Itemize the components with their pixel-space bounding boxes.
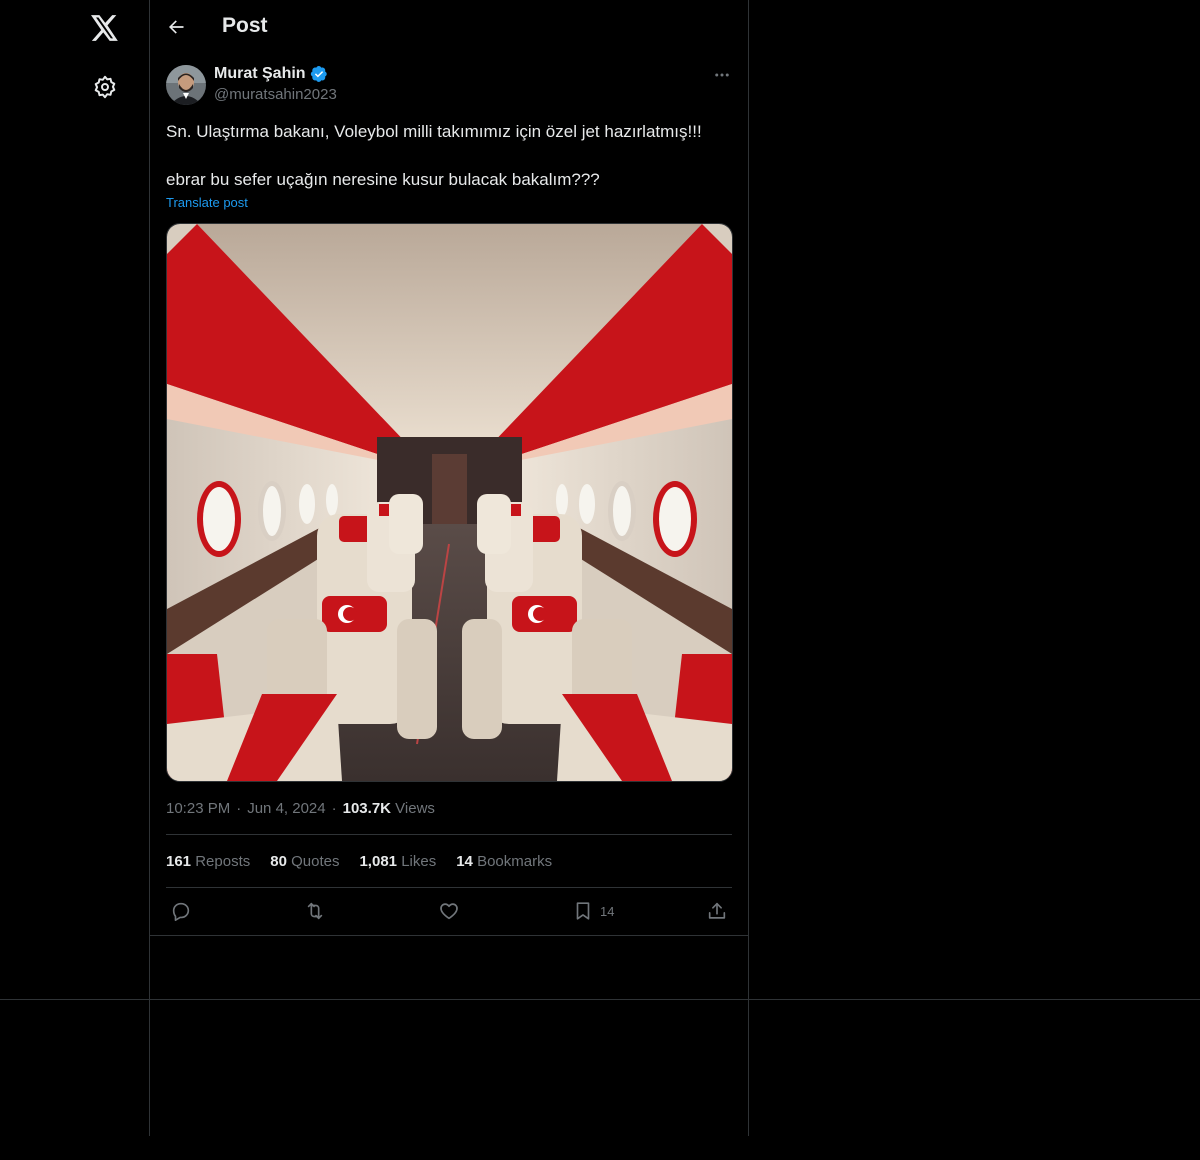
views: 103.7K Views <box>343 800 435 817</box>
bookmarks-label: Bookmarks <box>477 853 553 870</box>
reposts-stat[interactable]: 161 Reposts <box>166 853 250 870</box>
post-stats: 161 Reposts 80 Quotes 1,081 Likes 14 Boo… <box>166 853 552 870</box>
quotes-stat[interactable]: 80 Quotes <box>270 853 339 870</box>
post-meta: 10:23 PM · Jun 4, 2024 · 103.7K Views <box>166 800 435 817</box>
share-icon <box>706 900 728 922</box>
x-logo-icon[interactable] <box>85 8 125 48</box>
translate-post-link[interactable]: Translate post <box>166 195 248 210</box>
quotes-label: Quotes <box>291 853 340 870</box>
views-count: 103.7K <box>342 800 391 817</box>
views-label: Views <box>395 800 435 817</box>
left-column-divider <box>149 0 150 1136</box>
reposts-count: 161 <box>166 853 192 870</box>
post-image[interactable] <box>166 223 733 782</box>
meta-separator: · <box>236 800 242 817</box>
author-name[interactable]: Murat Şahin <box>214 65 306 83</box>
reply-icon <box>170 900 192 922</box>
likes-label: Likes <box>401 853 437 870</box>
likes-count: 1,081 <box>359 853 398 870</box>
author-handle[interactable]: @muratsahin2023 <box>214 86 337 103</box>
like-icon <box>438 900 460 922</box>
back-arrow-icon[interactable] <box>162 13 190 41</box>
more-options-icon[interactable] <box>708 63 736 87</box>
meta-separator: · <box>331 800 337 817</box>
reposts-label: Reposts <box>195 853 251 870</box>
bottom-divider <box>0 999 1200 1000</box>
bookmark-icon <box>572 900 594 922</box>
divider <box>166 887 732 888</box>
avatar[interactable] <box>166 65 206 105</box>
post-time[interactable]: 10:23 PM <box>166 800 230 817</box>
bookmark-button[interactable]: 14 <box>572 899 614 923</box>
divider <box>166 834 732 835</box>
like-button[interactable] <box>438 899 460 923</box>
repost-icon <box>304 900 326 922</box>
author-name-row[interactable]: Murat Şahin <box>214 65 328 83</box>
settings-icon[interactable] <box>85 67 125 107</box>
likes-stat[interactable]: 1,081 Likes <box>359 853 436 870</box>
tweet-text-line-1: Sn. Ulaştırma bakanı, Voleybol milli tak… <box>166 122 702 141</box>
bookmarks-count: 14 <box>456 853 473 870</box>
tweet-text-line-2: ebrar bu sefer uçağın neresine kusur bul… <box>166 170 600 189</box>
share-button[interactable] <box>706 899 728 923</box>
bookmarks-stat[interactable]: 14 Bookmarks <box>456 853 552 870</box>
reply-button[interactable] <box>170 899 192 923</box>
quotes-count: 80 <box>270 853 287 870</box>
page-title: Post <box>222 14 268 37</box>
verified-badge-icon <box>310 65 328 83</box>
post-date[interactable]: Jun 4, 2024 <box>247 800 325 817</box>
bookmark-count: 14 <box>600 903 615 919</box>
post-bottom-border <box>150 935 748 936</box>
repost-button[interactable] <box>304 899 326 923</box>
right-column-divider <box>748 0 749 1136</box>
